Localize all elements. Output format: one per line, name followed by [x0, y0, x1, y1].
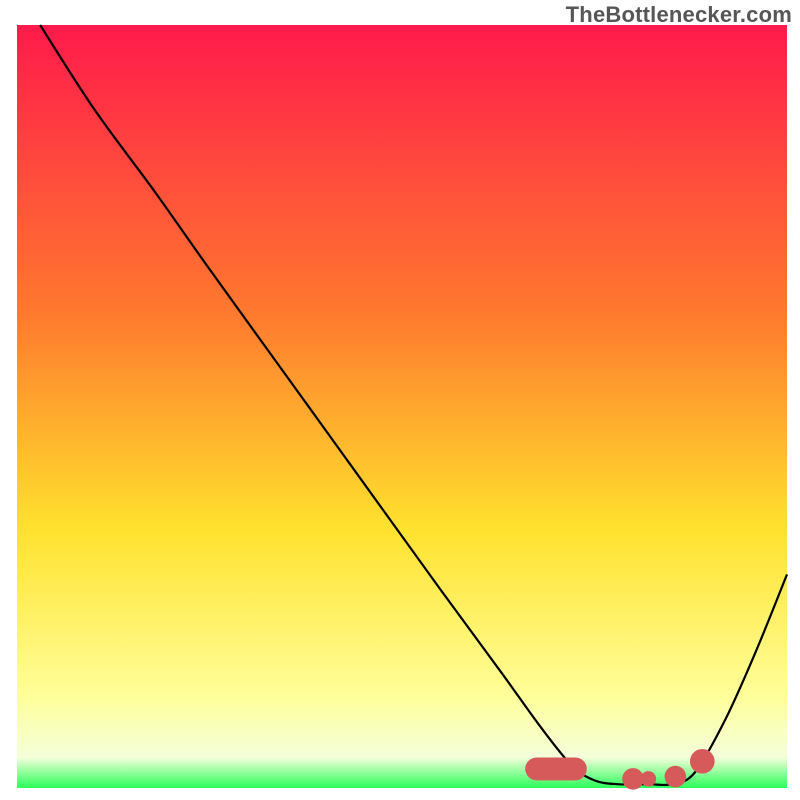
marker-dot: [665, 766, 687, 788]
marker-dot: [690, 749, 715, 774]
chart-stage: TheBottlenecker.com: [0, 0, 800, 800]
marker-dot: [622, 768, 644, 790]
bottleneck-chart: [0, 0, 800, 800]
marker-bar: [525, 757, 587, 780]
plot-background: [17, 25, 787, 788]
marker-dot: [641, 771, 656, 786]
